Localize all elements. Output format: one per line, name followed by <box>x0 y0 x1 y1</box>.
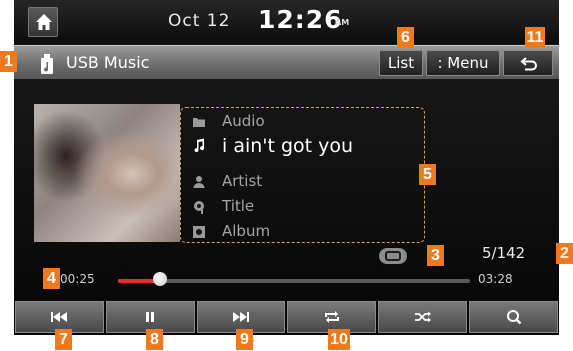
title-icon <box>194 201 204 214</box>
title-bar: USB Music List : Menu <box>14 45 559 79</box>
page-title: USB Music <box>66 53 150 72</box>
head-unit-screen: Oct 12 12:26 AM USB Music List : Menu Au… <box>14 0 559 335</box>
control-bar <box>14 299 559 335</box>
callout-label: 3 <box>427 245 444 266</box>
search-button[interactable] <box>469 301 558 333</box>
next-icon <box>233 312 250 322</box>
callout-label: 5 <box>419 164 436 185</box>
usb-music-icon <box>41 54 53 74</box>
callout-label: 2 <box>556 243 573 264</box>
callout-label: 8 <box>146 329 163 350</box>
album-art <box>34 104 180 242</box>
back-button[interactable] <box>503 50 553 76</box>
music-note-icon <box>194 138 205 153</box>
status-ampm: AM <box>335 18 350 27</box>
callout-label: 10 <box>328 329 350 350</box>
album-icon <box>193 226 205 238</box>
repeat-mode-icon <box>385 251 401 261</box>
status-time: 12:26 <box>258 5 343 34</box>
home-button[interactable] <box>28 7 58 37</box>
callout-label: 7 <box>55 329 72 350</box>
folder-name: Audio <box>222 112 265 130</box>
repeat-mode-indicator <box>379 248 407 264</box>
status-bar: Oct 12 12:26 AM <box>14 0 559 44</box>
callout-label: 6 <box>397 27 414 48</box>
callout-label: 11 <box>525 27 545 48</box>
album-name: Album <box>222 222 271 240</box>
track-count: 5/142 <box>482 244 526 262</box>
progress-handle[interactable] <box>153 272 168 286</box>
title-name: Title <box>222 197 255 215</box>
artist-name: Artist <box>222 172 263 190</box>
shuffle-button[interactable] <box>378 301 468 333</box>
repeat-icon <box>324 311 339 323</box>
current-time: 00:25 <box>60 272 95 286</box>
shuffle-icon <box>414 311 431 323</box>
status-date: Oct 12 <box>168 11 231 31</box>
progress-track[interactable] <box>118 279 470 283</box>
pause-icon <box>146 312 155 322</box>
total-time: 03:28 <box>478 272 513 286</box>
folder-icon <box>193 118 205 127</box>
menu-button[interactable]: : Menu <box>426 50 500 76</box>
list-button[interactable]: List <box>379 50 423 76</box>
back-icon <box>520 57 537 71</box>
previous-icon <box>51 312 68 322</box>
search-icon <box>506 310 521 325</box>
callout-label: 4 <box>43 268 60 289</box>
song-name: i ain't got you <box>222 135 354 157</box>
callout-label: 9 <box>236 329 253 350</box>
callout-label: 1 <box>0 51 17 72</box>
artist-icon <box>193 176 205 188</box>
track-info-box[interactable]: Audio i ain't got you Artist Title Album <box>180 107 425 243</box>
home-icon <box>36 14 52 30</box>
